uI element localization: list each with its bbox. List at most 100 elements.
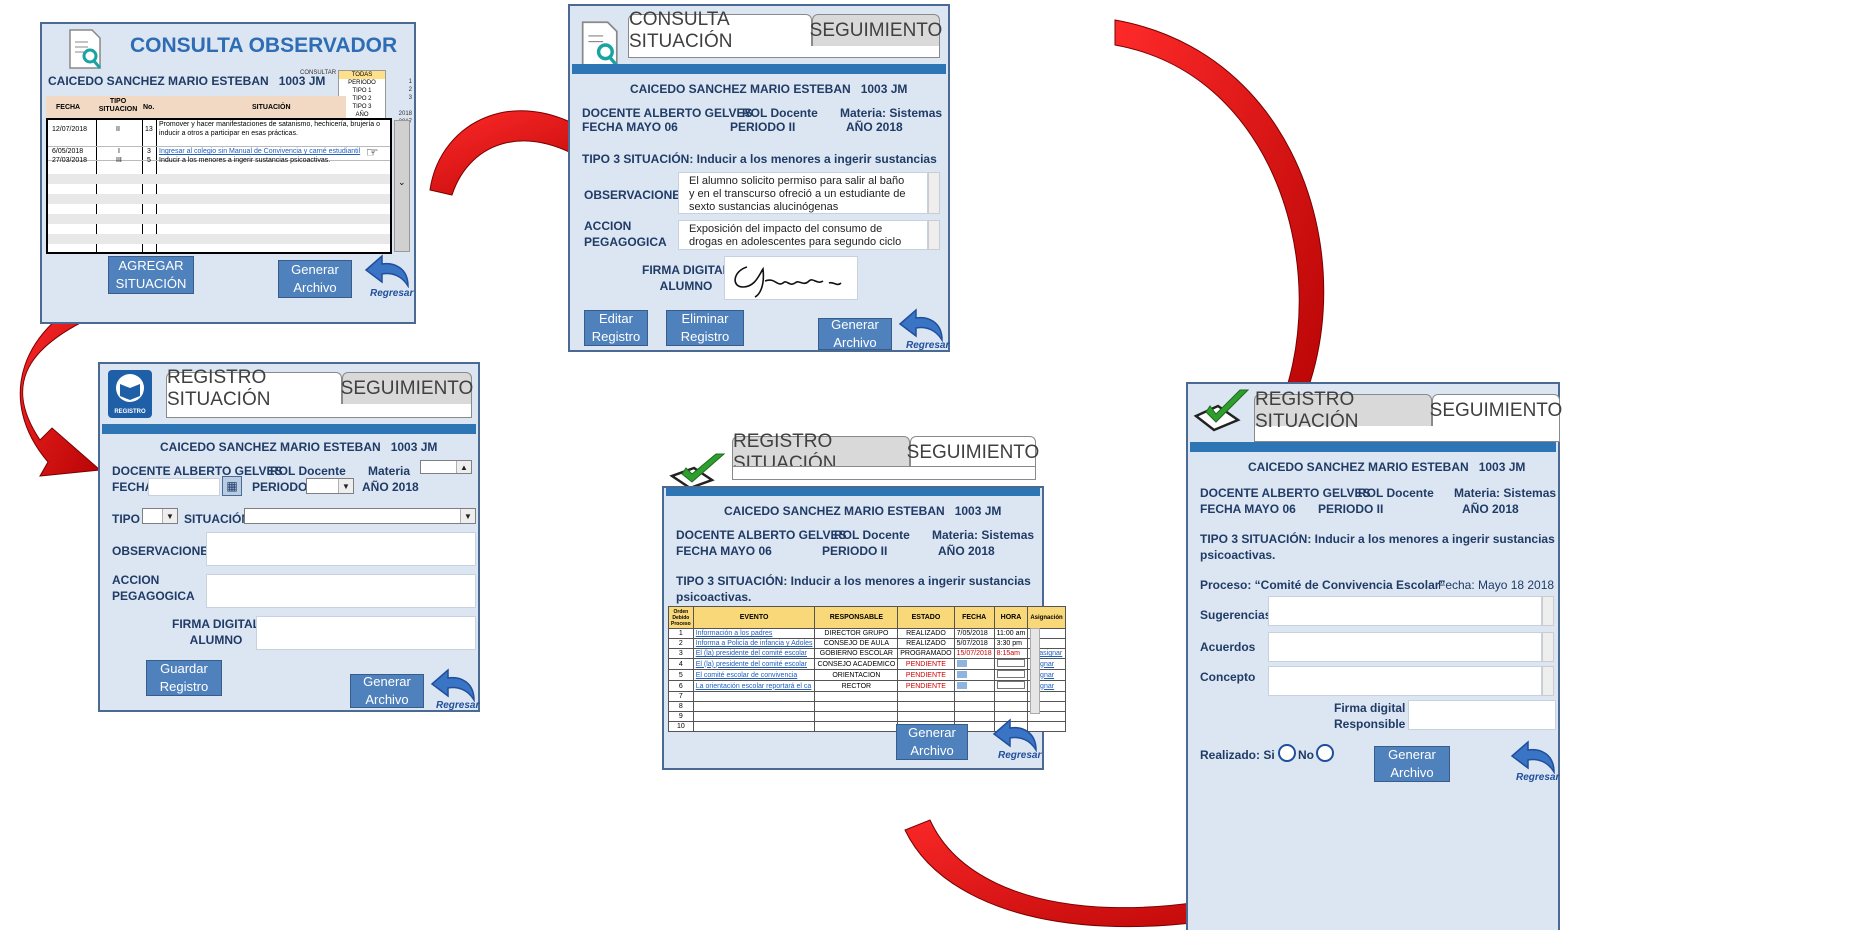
concepto-field[interactable] (1268, 666, 1542, 696)
guardar-registro-button[interactable]: Guardar Registro (146, 660, 222, 696)
periodo-label: PERIODO II (822, 544, 888, 558)
materia-select[interactable]: ▲ (420, 460, 472, 474)
materia-label: Materia: Sistemas (932, 528, 1035, 542)
firma-field[interactable] (1408, 700, 1556, 730)
realizado-no-radio[interactable] (1316, 744, 1334, 762)
generar-archivo-button[interactable]: Generar Archivo (1374, 746, 1450, 782)
tipo-situacion-label: TIPO 3 SITUACIÓN: Inducir a los menores … (582, 152, 937, 166)
materia-label: Materia (368, 464, 411, 478)
calendar-icon[interactable] (956, 659, 967, 667)
firma-label: Firma digital Responsible (1334, 701, 1406, 731)
table-row[interactable]: 4 El (la) presidente del comité escolar CO… (668, 658, 1066, 670)
table-header (46, 96, 346, 118)
periodo-label: PERIODO II (1318, 502, 1384, 516)
tab-seguimiento[interactable]: SEGUIMIENTO (1430, 394, 1562, 426)
observaciones-scroll[interactable] (928, 172, 940, 214)
realizado-label: Realizado: Si (1200, 748, 1275, 762)
sugerencias-scroll[interactable] (1542, 596, 1554, 626)
col-fecha: FECHA (56, 104, 81, 111)
situacion-label: SITUACIÓN (184, 512, 250, 526)
tab-seguimiento[interactable]: SEGUIMIENTO (810, 14, 942, 46)
chevron-down-icon: ⌄ (398, 177, 406, 187)
table-row[interactable]: 2 Informa a Policía de infancia y Adoles C… (668, 638, 1066, 649)
filter-option[interactable]: TIPO 1 (339, 87, 385, 95)
acuerdos-scroll[interactable] (1542, 632, 1554, 662)
col-situacion: SITUACIÓN (252, 104, 291, 111)
filter-option[interactable]: PERIODO (339, 79, 385, 87)
situacion-link[interactable]: Ingresar al colegio sin Manual de Conviv… (159, 148, 360, 155)
regresar-button[interactable]: Regresar (364, 254, 414, 300)
rol-label: ROL Docente (270, 464, 346, 478)
hora-select[interactable] (996, 681, 1025, 689)
tab-registro-situacion[interactable]: REGISTRO SITUACIÓN (732, 431, 910, 474)
generar-archivo-button[interactable]: Generar Archivo (896, 724, 968, 760)
anio-label: AÑO 2018 (362, 480, 419, 494)
back-arrow-icon (992, 718, 1037, 753)
fecha-input[interactable] (148, 478, 220, 496)
observaciones-label: OBSERVACIONES (584, 188, 689, 202)
accion-field[interactable]: Exposición del impacto del consumo de dro… (678, 220, 928, 250)
observaciones-field[interactable] (206, 532, 476, 566)
tab-seguimiento[interactable]: SEGUIMIENTO (907, 436, 1039, 468)
anio-label: AÑO 2018 (846, 120, 903, 134)
acuerdos-field[interactable] (1268, 632, 1542, 662)
eliminar-registro-button[interactable]: Eliminar Registro (666, 310, 744, 346)
calendar-icon[interactable] (956, 681, 967, 689)
tab-registro-situacion[interactable]: REGISTRO SITUACIÓN (1254, 389, 1432, 432)
concepto-label: Concepto (1200, 670, 1256, 684)
fecha-label: FECHA MAYO 06 (582, 120, 678, 134)
accion-field[interactable] (206, 574, 476, 608)
table-scrollbar[interactable]: ⌄ (394, 120, 410, 252)
regresar-button[interactable]: Regresar (992, 718, 1042, 764)
generar-archivo-button[interactable]: Generar Archivo (350, 674, 424, 708)
panel-registro-situacion: REGISTRO REGISTRO SITUACIÓN SEGUIMIENTO … (98, 362, 480, 712)
firma-field[interactable] (256, 616, 476, 650)
table-row[interactable]: 6/05/2018 (52, 148, 83, 155)
table-row[interactable]: 1 Información a los padres DIRECTOR GRUPO R… (668, 628, 1066, 639)
situacion-select[interactable]: ▼ (244, 508, 476, 524)
docente-label: DOCENTE ALBERTO GELVES (112, 464, 283, 478)
panel-consulta-situacion: CONSULTA SITUACIÓN SEGUIMIENTO CAICEDO S… (568, 4, 950, 352)
tab-consulta-situacion[interactable]: CONSULTA SITUACIÓN (628, 9, 812, 52)
table-scrollbar[interactable] (1030, 628, 1040, 714)
sugerencias-field[interactable] (1268, 596, 1542, 626)
table-row[interactable]: 27/03/2018 (52, 157, 87, 164)
generar-archivo-button[interactable]: Generar Archivo (278, 260, 352, 298)
observaciones-field[interactable]: El alumno solicito permiso para salir al… (678, 172, 928, 214)
periodo-select[interactable]: ▼ (306, 478, 354, 494)
col-evento: EVENTO (692, 606, 816, 629)
table-row[interactable]: 3 El (la) presidente del comité escolar GO… (668, 648, 1066, 659)
tab-seguimiento[interactable]: SEGUIMIENTO (341, 372, 473, 404)
tipo-select[interactable]: ▼ (142, 508, 178, 524)
hora-select[interactable] (996, 659, 1025, 667)
student-name: CAICEDO SANCHEZ MARIO ESTEBAN 1003 JM (160, 440, 438, 454)
calendar-icon[interactable] (956, 670, 967, 678)
editar-registro-button[interactable]: Editar Registro (584, 310, 648, 346)
table-cell: I (118, 148, 120, 155)
signature-icon (734, 266, 842, 298)
realizado-si-radio[interactable] (1278, 744, 1296, 762)
tab-registro-situacion[interactable]: REGISTRO SITUACIÓN (166, 367, 342, 410)
regresar-button[interactable]: Regresar (1510, 740, 1560, 786)
accent-bar (572, 64, 946, 74)
docente-label: DOCENTE ALBERTO GELVES (582, 106, 753, 120)
table-row[interactable]: 5 El comité escolar de convivencia ORIENTA… (668, 669, 1066, 681)
table-cell: 13 (145, 126, 153, 133)
document-search-icon (69, 29, 102, 69)
table-row[interactable]: 12/07/2018 (52, 126, 87, 133)
col-tipo: TIPO SITUACION (98, 98, 138, 113)
hora-select[interactable] (996, 670, 1025, 678)
regresar-button[interactable]: Regresar (430, 668, 480, 712)
calendar-icon[interactable]: ▦ (222, 476, 242, 496)
agregar-situacion-button[interactable]: AGREGAR SITUACIÓN (108, 256, 194, 294)
accion-scroll[interactable] (928, 220, 940, 250)
concepto-scroll[interactable] (1542, 666, 1554, 696)
regresar-button[interactable]: Regresar (898, 308, 949, 352)
panel-consulta-observador: CONSULTA OBSERVADOR CAICEDO SANCHEZ MARI… (40, 22, 416, 324)
generar-archivo-button[interactable]: Generar Archivo (818, 317, 892, 350)
observador-table: 12/07/2018 II 13 Promover y hacer manife… (46, 118, 392, 254)
filter-option[interactable]: TODAS (339, 71, 385, 79)
accent-bar (1190, 442, 1556, 452)
col-fecha: FECHA (953, 606, 995, 629)
table-row[interactable]: 6 La orientación escolar reportará el ca R… (668, 680, 1066, 692)
